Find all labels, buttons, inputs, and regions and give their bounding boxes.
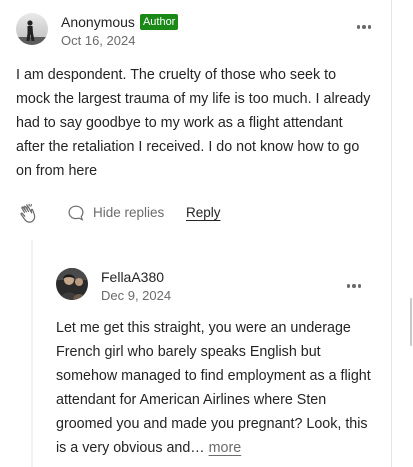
scrollbar-thumb[interactable] xyxy=(410,298,412,346)
read-more-link[interactable]: more xyxy=(209,440,242,456)
author-name[interactable]: Anonymous xyxy=(61,13,135,31)
comment-bubble-icon xyxy=(68,205,84,221)
comment-header: Anonymous Author Oct 16, 2024 xyxy=(16,13,376,57)
reply-thread-line xyxy=(31,240,33,467)
comment-body-text: Let me get this straight, you were an un… xyxy=(56,320,371,456)
more-options-icon[interactable] xyxy=(352,19,376,35)
comment-date: Oct 16, 2024 xyxy=(61,33,136,48)
comment-body: Let me get this straight, you were an un… xyxy=(56,316,371,460)
comment-thread: Anonymous Author Oct 16, 2024 I am despo… xyxy=(0,0,413,467)
comment-date: Dec 9, 2024 xyxy=(101,288,172,303)
hide-replies-label: Hide replies xyxy=(93,205,165,220)
hide-replies-button[interactable]: Hide replies xyxy=(67,204,164,222)
clap-icon[interactable] xyxy=(16,200,42,226)
comment-actions: Hide replies Reply xyxy=(16,200,376,226)
comment-header: FellaA380 Dec 9, 2024 xyxy=(56,268,366,312)
profile-photo-avatar-icon xyxy=(56,268,88,300)
more-options-icon[interactable] xyxy=(342,278,366,294)
avatar[interactable] xyxy=(56,268,88,300)
author-name[interactable]: FellaA380 xyxy=(101,268,164,286)
comment-body: I am despondent. The cruelty of those wh… xyxy=(16,67,371,179)
comment-card: Anonymous Author Oct 16, 2024 I am despo… xyxy=(16,13,376,183)
comment-card: FellaA380 Dec 9, 2024 Let me get this st… xyxy=(56,268,371,460)
avatar[interactable] xyxy=(16,13,48,45)
anonymous-silhouette-avatar-icon xyxy=(16,13,48,45)
author-badge: Author xyxy=(139,14,179,30)
column-divider xyxy=(391,0,392,467)
reply-button[interactable]: Reply xyxy=(186,204,221,222)
